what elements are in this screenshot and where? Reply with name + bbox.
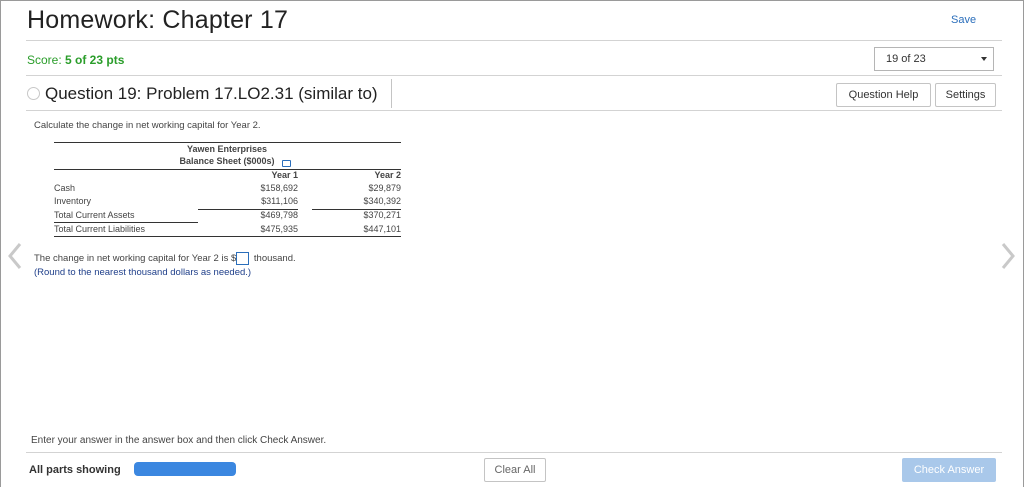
cell-year1: $475,935	[260, 224, 298, 234]
divider	[26, 110, 1002, 111]
problem-instruction: Calculate the change in net working capi…	[34, 120, 261, 131]
clear-all-button[interactable]: Clear All	[484, 458, 546, 482]
row-label: Total Current Liabilities	[54, 224, 146, 234]
divider	[26, 75, 1002, 76]
window-frame	[0, 0, 1024, 487]
parts-progress-bar	[134, 462, 236, 476]
answer-suffix: thousand.	[251, 253, 296, 265]
chevron-right-icon[interactable]	[1001, 242, 1015, 270]
table-title: Balance Sheet ($000s)	[179, 156, 275, 166]
all-parts-label: All parts showing	[29, 464, 121, 476]
table-rule	[54, 222, 198, 223]
cell-year2: $340,392	[363, 196, 401, 206]
answer-prefix: The change in net working capital for Ye…	[34, 253, 237, 265]
row-label: Cash	[54, 183, 76, 193]
question-help-button[interactable]: Question Help	[836, 83, 931, 107]
rounding-note: (Round to the nearest thousand dollars a…	[34, 267, 252, 278]
question-select-value: 19 of 23	[886, 53, 926, 65]
enter-answer-note: Enter your answer in the answer box and …	[31, 435, 327, 446]
question-select[interactable]: 19 of 23	[874, 47, 994, 71]
row-label: Total Current Assets	[54, 210, 135, 220]
answer-sentence: The change in net working capital for Ye…	[34, 252, 296, 265]
cell-year1: $311,106	[261, 196, 298, 206]
answer-input[interactable]	[236, 252, 250, 265]
save-link[interactable]: Save	[951, 14, 976, 26]
column-header-year2: Year 2	[374, 170, 401, 180]
divider	[26, 452, 1002, 453]
table-rule	[54, 236, 401, 237]
table-company: Yawen Enterprises	[186, 144, 268, 154]
score: Score: 5 of 23 pts	[27, 53, 124, 67]
table-rule	[54, 142, 401, 143]
chevron-down-icon	[981, 57, 987, 61]
chevron-left-icon[interactable]	[8, 242, 22, 270]
status-circle-icon	[27, 87, 40, 100]
score-value: 5 of 23 pts	[65, 53, 125, 67]
cell-year1: $469,798	[260, 210, 298, 220]
copy-table-icon[interactable]	[282, 160, 291, 167]
cell-year2: $447,101	[363, 224, 401, 234]
page-title: Homework: Chapter 17	[27, 6, 289, 34]
settings-button[interactable]: Settings	[935, 83, 996, 107]
table-rule	[54, 169, 401, 170]
cell-year2: $29,879	[368, 183, 401, 193]
divider	[26, 40, 1002, 41]
cell-year2: $370,271	[363, 210, 401, 220]
question-title: Question 19: Problem 17.LO2.31 (similar …	[45, 84, 378, 103]
row-label: Inventory	[54, 196, 92, 206]
column-header-year1: Year 1	[271, 170, 298, 180]
cell-year1: $158,692	[260, 183, 298, 193]
score-prefix: Score:	[27, 53, 66, 67]
check-answer-button[interactable]: Check Answer	[902, 458, 996, 482]
